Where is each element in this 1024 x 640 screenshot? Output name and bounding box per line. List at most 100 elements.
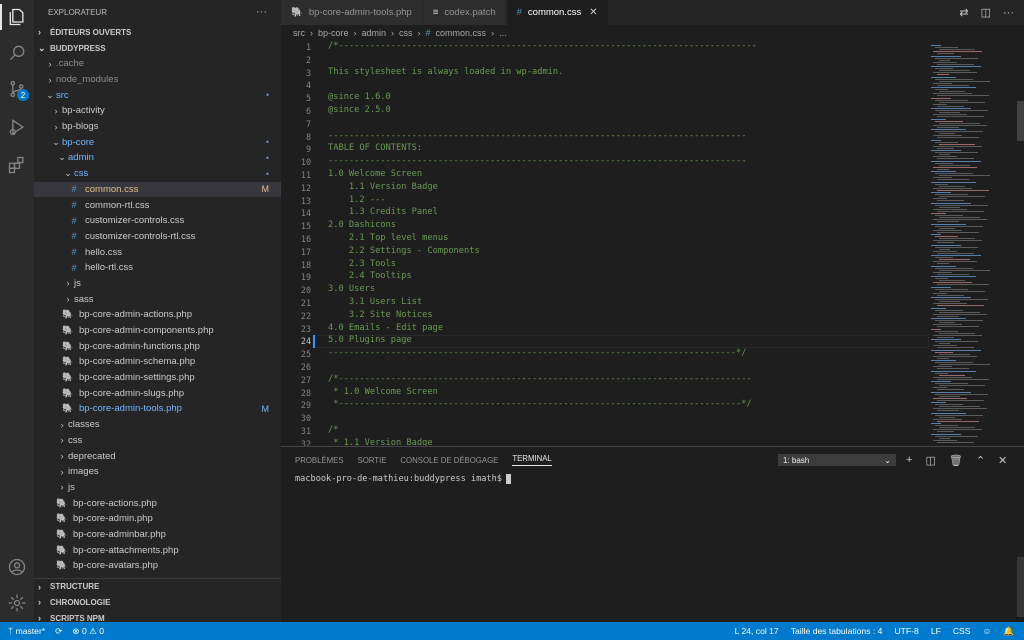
encoding[interactable]: UTF-8 — [894, 626, 918, 636]
open-editors-section[interactable]: › ÉDITEURS OUVERTS — [34, 24, 281, 40]
tree-file[interactable]: # customizer-controls-rtl.css — [34, 229, 281, 245]
tab-bp-core-admin-tools[interactable]: 🐘 bp-core-admin-tools.php — [281, 0, 423, 25]
tree-file[interactable]: # hello-rtl.css — [34, 260, 281, 276]
tree-file[interactable]: 🐘 bp-core-avatars.php — [34, 558, 281, 574]
tree-folder[interactable]: › bp-activity — [34, 103, 281, 119]
minimap-line — [939, 280, 965, 282]
tab-label: codex.patch — [444, 7, 496, 18]
trash-icon[interactable]: 🗑 — [949, 454, 963, 467]
tree-folder[interactable]: ⌄ src • — [34, 87, 281, 103]
editor-scrollbar[interactable] — [1017, 101, 1024, 141]
breadcrumb-item[interactable]: css — [399, 28, 413, 38]
tab-size[interactable]: Taille des tabulations : 4 — [791, 626, 883, 636]
more-actions-icon[interactable]: ··· — [256, 6, 267, 18]
tab-problems[interactable]: PROBLÈMES — [295, 456, 344, 465]
tree-file[interactable]: 🐘 bp-core-admin-tools.php M — [34, 401, 281, 417]
tree-file[interactable]: 🐘 bp-core-admin-actions.php — [34, 307, 281, 323]
chevron-right-icon: › — [353, 28, 357, 38]
close-icon[interactable]: ✕ — [998, 454, 1007, 467]
new-terminal-icon[interactable]: + — [906, 454, 912, 466]
tree-file[interactable]: 🐘 bp-core-admin-slugs.php — [34, 385, 281, 401]
tree-folder[interactable]: › classes — [34, 417, 281, 433]
tree-file[interactable]: 🐘 bp-core-admin-components.php — [34, 323, 281, 339]
line-number: 32 — [300, 438, 311, 446]
terminal-scrollbar[interactable] — [1017, 557, 1024, 617]
run-debug-icon[interactable] — [0, 110, 34, 144]
tree-folder[interactable]: › js — [34, 480, 281, 496]
tree-folder[interactable]: › js — [34, 276, 281, 292]
tab-debug-console[interactable]: CONSOLE DE DÉBOGAGE — [400, 456, 498, 465]
code-editor[interactable]: 1/*-------------------------------------… — [281, 41, 929, 446]
tree-file[interactable]: # common-rtl.css — [34, 197, 281, 213]
tree-file[interactable]: 🐘 bp-core-admin-settings.php — [34, 370, 281, 386]
minimap-line — [933, 93, 972, 95]
minimap-line — [935, 246, 978, 248]
tree-file[interactable]: # hello.css — [34, 244, 281, 260]
tree-folder[interactable]: ⌄ css • — [34, 166, 281, 182]
settings-gear-icon[interactable] — [0, 586, 34, 620]
breadcrumb-item[interactable]: src — [293, 28, 305, 38]
more-actions-icon[interactable]: ··· — [1003, 7, 1014, 19]
split-terminal-icon[interactable]: ◫ — [925, 454, 935, 467]
tree-file[interactable]: 🐘 bp-core-attachments.php — [34, 542, 281, 558]
breadcrumb-item[interactable]: bp-core — [318, 28, 349, 38]
breadcrumb-item[interactable]: admin — [362, 28, 387, 38]
css-hash-icon: # — [71, 247, 77, 258]
tab-common-css[interactable]: # common.css ✕ — [506, 0, 609, 25]
breadcrumb-item[interactable]: common.css — [436, 28, 487, 38]
tree-folder[interactable]: ⌄ admin • — [34, 150, 281, 166]
end-of-line[interactable]: LF — [931, 626, 941, 636]
chevron-up-icon[interactable]: ⌃ — [976, 454, 985, 467]
feedback-icon[interactable]: ☺ — [983, 626, 992, 636]
outline-section[interactable]: › STRUCTURE — [34, 578, 281, 594]
split-editor-icon[interactable]: ◫ — [981, 6, 991, 19]
search-icon[interactable] — [0, 36, 34, 70]
terminal-output[interactable]: macbook-pro-de-mathieu:buddypress imath$ — [295, 474, 511, 484]
tree-folder[interactable]: › node_modules — [34, 72, 281, 88]
tree-file[interactable]: # customizer-controls.css — [34, 213, 281, 229]
account-icon[interactable] — [0, 550, 34, 584]
open-changes-icon[interactable]: ⇄ — [959, 6, 968, 19]
branch-item[interactable]: ᛘ master* — [8, 626, 45, 636]
sync-icon[interactable]: ⟳ — [55, 626, 62, 637]
tab-codex-patch[interactable]: ≡ codex.patch — [422, 0, 507, 25]
line-number: 5 — [305, 93, 311, 104]
tree-file[interactable]: 🐘 bp-core-actions.php — [34, 495, 281, 511]
minimap-line — [935, 120, 963, 122]
tree-file[interactable]: 🐘 bp-core-adminbar.php — [34, 527, 281, 543]
tree-item-label: node_modules — [56, 74, 119, 86]
terminal-select[interactable]: 1: bash ⌄ — [778, 454, 896, 466]
minimap-line — [939, 49, 975, 51]
tree-file[interactable]: 🐘 bp-core-admin.php — [34, 511, 281, 527]
minimap-line — [937, 273, 969, 275]
timeline-section[interactable]: › CHRONOLOGIE — [34, 594, 281, 610]
minimap-line — [937, 158, 974, 160]
tree-folder[interactable]: › sass — [34, 291, 281, 307]
npm-scripts-section[interactable]: › SCRIPTS NPM — [34, 610, 281, 622]
tab-terminal[interactable]: TERMINAL — [512, 454, 552, 466]
explorer-icon[interactable] — [0, 0, 34, 34]
close-icon[interactable]: ✕ — [589, 7, 597, 18]
tree-file[interactable]: 🐘 bp-core-admin-functions.php — [34, 338, 281, 354]
language-mode[interactable]: CSS — [953, 626, 971, 636]
problems-item[interactable]: ⊗ 0 ⚠ 0 — [72, 626, 104, 637]
tree-folder[interactable]: › css — [34, 433, 281, 449]
tree-folder[interactable]: › .cache — [34, 56, 281, 72]
line-number: 22 — [300, 310, 311, 321]
tree-folder[interactable]: › images — [34, 464, 281, 480]
line-number: 15 — [300, 221, 311, 232]
source-control-icon[interactable]: 2 — [0, 72, 34, 106]
bell-icon[interactable]: 🔔 — [1003, 626, 1014, 637]
extensions-icon[interactable] — [0, 148, 34, 182]
tree-folder[interactable]: › bp-blogs — [34, 119, 281, 135]
tree-folder[interactable]: ⌄ bp-core • — [34, 134, 281, 150]
tree-file[interactable]: 🐘 bp-core-admin-schema.php — [34, 354, 281, 370]
minimap-line — [937, 179, 969, 181]
breadcrumb-item[interactable]: ... — [499, 28, 507, 38]
cursor-position[interactable]: L 24, col 17 — [735, 626, 779, 636]
tab-output[interactable]: SORTIE — [358, 456, 387, 465]
tree-folder[interactable]: › deprecated — [34, 448, 281, 464]
workspace-root-section[interactable]: ⌄ BUDDYPRESS — [34, 40, 281, 56]
tree-file[interactable]: # common.css M — [34, 181, 281, 198]
minimap[interactable] — [929, 41, 1024, 446]
